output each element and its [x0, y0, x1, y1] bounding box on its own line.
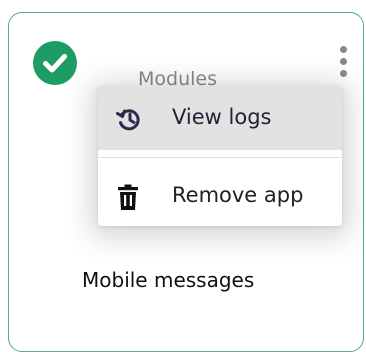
view-logs-label: View logs	[172, 105, 272, 129]
view-logs-menu-item[interactable]: View logs	[98, 86, 342, 150]
app-title: Mobile messages	[82, 268, 255, 292]
context-menu: View logs Remove app	[98, 86, 342, 226]
history-icon	[116, 106, 142, 132]
remove-app-label: Remove app	[172, 183, 304, 207]
trash-icon	[116, 184, 142, 210]
menu-divider	[98, 157, 342, 158]
check-circle-icon	[33, 41, 77, 85]
remove-app-menu-item[interactable]: Remove app	[98, 164, 342, 226]
more-vertical-icon[interactable]	[336, 44, 350, 80]
